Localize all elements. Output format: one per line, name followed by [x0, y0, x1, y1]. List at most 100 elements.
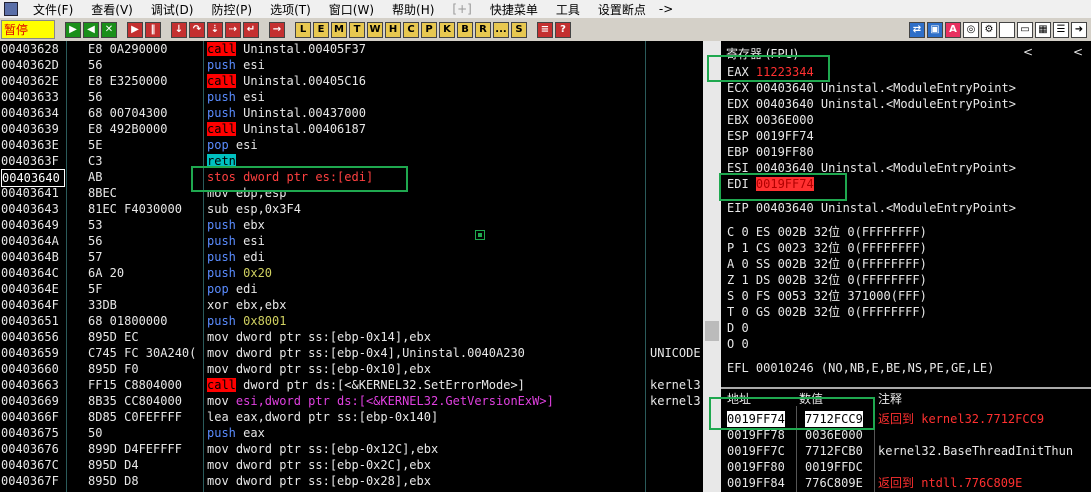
disasm-row[interactable]: 0040364F 33DB xor ebx,ebx	[0, 297, 703, 313]
disasm-row[interactable]: 0040362E E8 E3250000 call Uninstal.00405C1…	[0, 73, 703, 89]
disasm-row[interactable]: 0040363E 5E pop esi	[0, 137, 703, 153]
disasm-address: 00403663	[1, 378, 59, 392]
disasm-address: 0040362D	[1, 58, 59, 72]
menu-file[interactable]: 文件(F)	[24, 1, 82, 18]
disasm-row[interactable]: 00403649 53 push ebx	[0, 217, 703, 233]
toolbar-S[interactable]: S	[511, 21, 527, 38]
disasm-row[interactable]: 00403676 899D D4FEFFFF mov dword ptr ss:[e…	[0, 441, 703, 457]
toolbar-C[interactable]: C	[403, 21, 419, 38]
toolbar-R[interactable]: R	[475, 21, 491, 38]
toolbar-L[interactable]: L	[295, 21, 311, 38]
register-line[interactable]: S 0 FS 0053 32位 371000(FFF)	[727, 289, 927, 304]
settings-icon[interactable]: ⚙	[981, 21, 997, 38]
stack-row[interactable]: 0019FF7C 7712FCB0 kernel32.BaseThreadInitT…	[721, 443, 1091, 459]
register-line[interactable]: Z 1 DS 002B 32位 0(FFFFFFFF)	[727, 273, 927, 288]
disasm-row[interactable]: 00403634 68 00704300 push Uninstal.0043700…	[0, 105, 703, 121]
stack-row[interactable]: 0019FF80 0019FFDC	[721, 459, 1091, 475]
stack-row[interactable]: 0019FF84 776C809E 返回到 ntdll.776C809E	[721, 475, 1091, 491]
register-line[interactable]: T 0 GS 002B 32位 0(FFFFFFFF)	[727, 305, 927, 320]
disasm-row[interactable]: 00403633 56 push esi	[0, 89, 703, 105]
step-into-icon[interactable]: ↓	[171, 21, 187, 38]
register-line[interactable]: A 0 SS 002B 32位 0(FFFFFFFF)	[727, 257, 927, 272]
run-icon[interactable]: ▶	[127, 21, 143, 38]
register-line[interactable]: EDX 00403640 Uninstal.<ModuleEntryPoint>	[727, 97, 1016, 112]
grid-icon[interactable]: ▦	[1035, 21, 1051, 38]
toolbar-W[interactable]: W	[367, 21, 383, 38]
blank-icon[interactable]	[999, 21, 1015, 38]
register-line[interactable]: P 1 CS 0023 32位 0(FFFFFFFF)	[727, 241, 927, 256]
toolbar-dots[interactable]: ...	[493, 21, 509, 38]
menu-options[interactable]: 选项(T)	[261, 1, 320, 18]
menu-tools[interactable]: 工具	[547, 1, 589, 18]
trace-over-icon[interactable]: ⇢	[225, 21, 241, 38]
pause-icon[interactable]: ‖	[145, 21, 161, 38]
disasm-row[interactable]: 00403659 C745 FC 30A240(mov dword ptr ss:…	[0, 345, 703, 361]
open-icon[interactable]: ▶	[65, 21, 81, 38]
disasm-row[interactable]: 00403660 895D F0 mov dword ptr ss:[ebp-0x1…	[0, 361, 703, 377]
menu-view[interactable]: 查看(V)	[82, 1, 142, 18]
register-line[interactable]: EBX 0036E000	[727, 113, 814, 128]
prev-arrow-icon[interactable]: <	[1023, 45, 1033, 59]
toolbar-H[interactable]: H	[385, 21, 401, 38]
toolbar-M[interactable]: M	[331, 21, 347, 38]
disasm-row[interactable]: 0040367C 895D D4 mov dword ptr ss:[ebp-0x2…	[0, 457, 703, 473]
toolbar-B[interactable]: B	[457, 21, 473, 38]
menu-window[interactable]: 窗口(W)	[320, 1, 383, 18]
menu-plus[interactable]: [+]	[443, 2, 480, 16]
disasm-row[interactable]: 0040367F 895D D8 mov dword ptr ss:[ebp-0x2…	[0, 473, 703, 489]
disasm-row[interactable]: 0040366F 8D85 C0FEFFFF lea eax,dword ptr s…	[0, 409, 703, 425]
disasm-row[interactable]: 0040362D 56 push esi	[0, 57, 703, 73]
list2-icon[interactable]: ☰	[1053, 21, 1069, 38]
toolbar-K[interactable]: K	[439, 21, 455, 38]
close-icon[interactable]: ✕	[101, 21, 117, 38]
trace-into-icon[interactable]: ⇣	[207, 21, 223, 38]
target-icon[interactable]: ◎	[963, 21, 979, 38]
disasm-row[interactable]: 00403643 81EC F4030000 sub esp,0x3F4	[0, 201, 703, 217]
disasm-row[interactable]: 0040364B 57 push edi	[0, 249, 703, 265]
list-icon[interactable]: ≡	[537, 21, 553, 38]
menu-shortcut[interactable]: 快捷菜单	[481, 1, 547, 18]
register-line[interactable]: ESP 0019FF74	[727, 129, 814, 144]
disasm-row[interactable]: 00403628 E8 0A290000 call Uninstal.00405F3…	[0, 41, 703, 57]
disasm-row[interactable]: 0040364C 6A 20 push 0x20	[0, 265, 703, 281]
window-icon[interactable]: ▭	[1017, 21, 1033, 38]
disassembly-pane[interactable]: 00403628 E8 0A290000 call Uninstal.00405F3…	[0, 41, 703, 492]
app-icon[interactable]	[4, 2, 18, 16]
step-over-icon[interactable]: ↷	[189, 21, 205, 38]
register-line[interactable]: EFL 00010246 (NO,NB,E,BE,NS,PE,GE,LE)	[727, 361, 994, 376]
options-icon[interactable]: ⇄	[909, 21, 925, 38]
disasm-row[interactable]: 00403669 8B35 CC804000 mov esi,dword ptr d…	[0, 393, 703, 409]
toolbar-E[interactable]: E	[313, 21, 329, 38]
goto-icon[interactable]: →	[269, 21, 285, 38]
register-line[interactable]: D 0	[727, 321, 749, 336]
register-line[interactable]: O 0	[727, 337, 749, 352]
prev-arrow-icon-2[interactable]: <	[1073, 45, 1083, 59]
disasm-row[interactable]: 00403656 895D EC mov dword ptr ss:[ebp-0x1…	[0, 329, 703, 345]
execute-till-return-icon[interactable]: ↵	[243, 21, 259, 38]
disasm-row[interactable]: 00403651 68 01800000 push 0x8001	[0, 313, 703, 329]
help-icon[interactable]: ?	[555, 21, 571, 38]
scrollbar-thumb[interactable]	[705, 321, 719, 341]
disasm-row[interactable]: 0040364A 56 push esi	[0, 233, 703, 249]
arrow-icon[interactable]: ➜	[1071, 21, 1087, 38]
registers-pane[interactable]: 寄存器 (FPU) < < EAX 11223344 ECX 00403640 U…	[721, 41, 1091, 387]
disasm-row[interactable]: 00403675 50 push eax	[0, 425, 703, 441]
stack-header-comment[interactable]: 注释	[878, 390, 902, 407]
plugin-icon[interactable]: ▣	[927, 21, 943, 38]
register-line[interactable]: ECX 00403640 Uninstal.<ModuleEntryPoint>	[727, 81, 1016, 96]
menu-debug[interactable]: 调试(D)	[142, 1, 203, 18]
menu-protect[interactable]: 防控(P)	[202, 1, 261, 18]
menu-help[interactable]: 帮助(H)	[383, 1, 443, 18]
toolbar-T[interactable]: T	[349, 21, 365, 38]
menu-more-arrow[interactable]: ->	[655, 2, 677, 16]
register-line[interactable]: EBP 0019FF80	[727, 145, 814, 160]
register-line[interactable]: EIP 00403640 Uninstal.<ModuleEntryPoint>	[727, 201, 1016, 216]
disasm-row[interactable]: 00403663 FF15 C8804000 call dword ptr ds:[…	[0, 377, 703, 393]
menu-breakpoint[interactable]: 设置断点	[589, 1, 655, 18]
disasm-row[interactable]: 00403639 E8 492B0000 call Uninstal.0040618…	[0, 121, 703, 137]
restart-icon[interactable]: ◀	[83, 21, 99, 38]
analyze-icon[interactable]: A	[945, 21, 961, 38]
toolbar-P[interactable]: P	[421, 21, 437, 38]
disasm-row[interactable]: 0040364E 5F pop edi	[0, 281, 703, 297]
register-line[interactable]: C 0 ES 002B 32位 0(FFFFFFFF)	[727, 225, 927, 240]
